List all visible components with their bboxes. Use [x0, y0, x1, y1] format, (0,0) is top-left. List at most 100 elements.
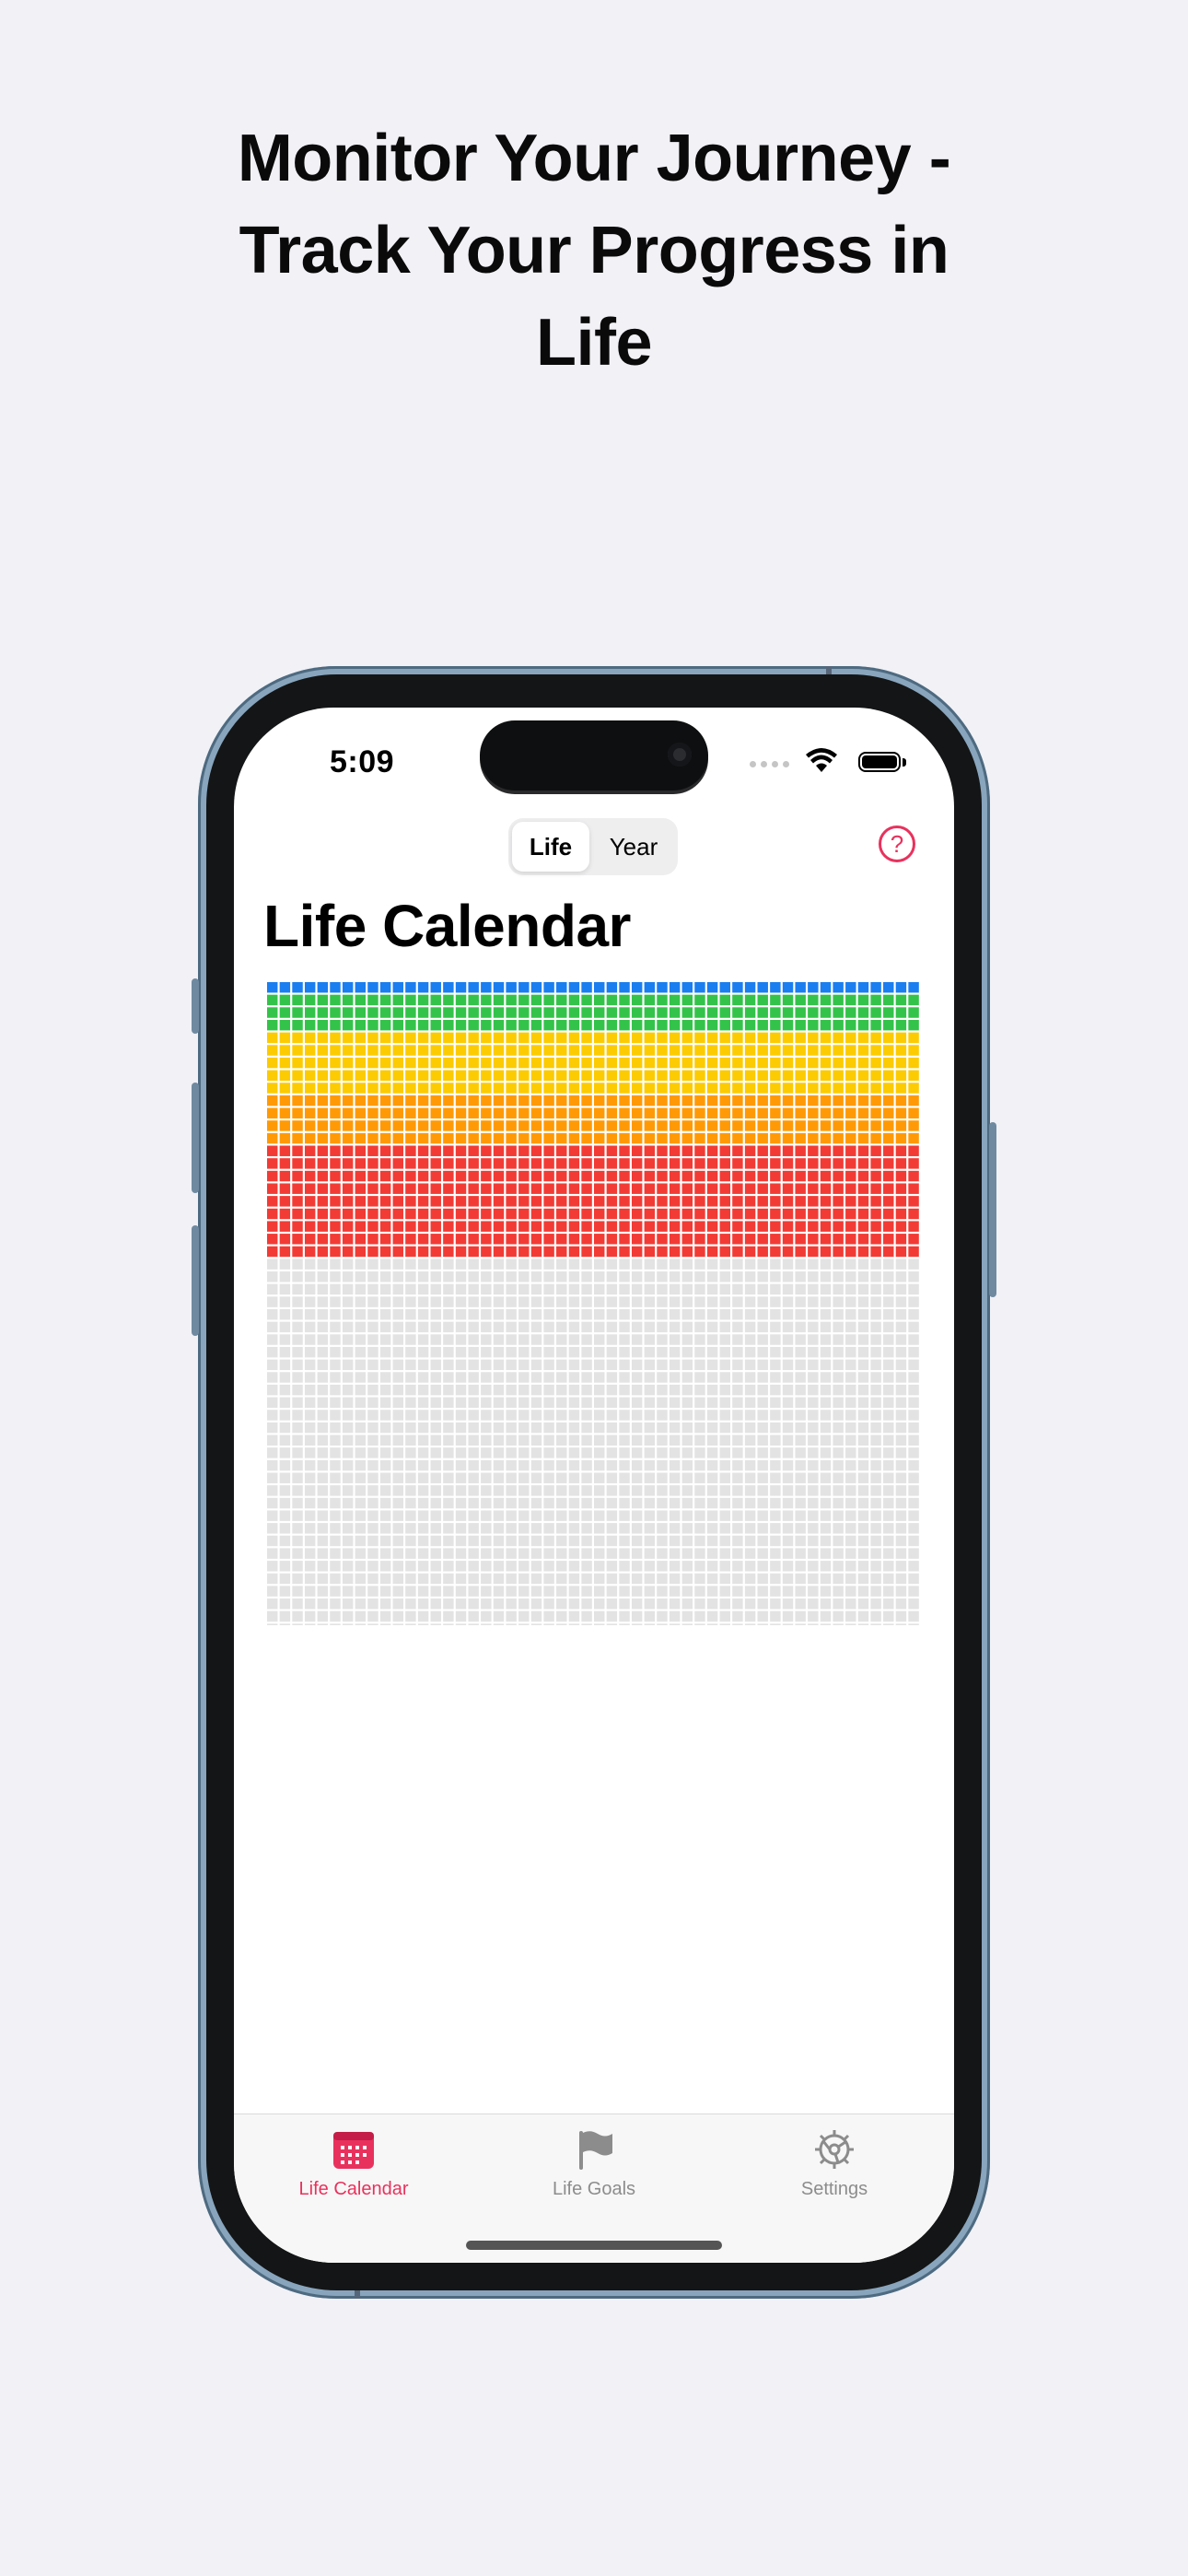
week-cell — [330, 1259, 341, 1270]
tab-life-calendar[interactable]: Life Calendar — [234, 2114, 473, 2216]
week-cell — [443, 1510, 454, 1521]
week-cell — [681, 1548, 693, 1559]
week-cell — [292, 1132, 303, 1144]
week-cell — [279, 1019, 291, 1031]
week-cell — [304, 1208, 316, 1220]
week-cell — [908, 1309, 919, 1320]
week-cell — [782, 1120, 794, 1131]
week-cell — [857, 1397, 869, 1409]
week-cell — [581, 1397, 592, 1409]
week-cell — [518, 1548, 530, 1559]
week-cell — [342, 1221, 354, 1232]
week-cell — [644, 1019, 656, 1031]
week-cell — [681, 1095, 693, 1107]
week-cell — [594, 1447, 605, 1458]
week-cell — [417, 1447, 429, 1458]
headline-line-1: Monitor Your Journey - — [237, 122, 951, 195]
week-cell — [543, 1397, 554, 1409]
week-cell — [820, 1271, 832, 1282]
week-cell — [719, 1183, 730, 1194]
segment-year[interactable]: Year — [593, 822, 674, 872]
week-cell — [644, 994, 656, 1006]
week-cell — [279, 1510, 291, 1521]
week-cell — [417, 1397, 429, 1409]
week-cell — [744, 1321, 756, 1333]
tab-life-goals[interactable]: Life Goals — [474, 2114, 714, 2216]
week-cell — [292, 1107, 303, 1118]
week-cell — [719, 1057, 730, 1069]
week-cell — [481, 1623, 492, 1625]
week-cell — [631, 1497, 643, 1509]
week-cell — [292, 1271, 303, 1282]
segment-life[interactable]: Life — [512, 822, 589, 872]
week-cell — [455, 1107, 467, 1118]
week-cell — [606, 1095, 618, 1107]
week-cell — [606, 1271, 618, 1282]
week-cell — [481, 1459, 492, 1471]
week-cell — [644, 1434, 656, 1446]
week-cell — [857, 1510, 869, 1521]
week-cell — [330, 1170, 341, 1182]
week-cell — [594, 1472, 605, 1483]
week-cell — [631, 1321, 643, 1333]
week-cell — [430, 1158, 441, 1169]
week-cell — [631, 1447, 643, 1458]
week-cell — [430, 1410, 441, 1421]
week-cell — [870, 1535, 881, 1547]
week-cell — [392, 1083, 403, 1094]
week-cell — [468, 1145, 479, 1156]
week-cell — [543, 1422, 554, 1434]
week-cell — [304, 1447, 316, 1458]
week-cell — [770, 1447, 781, 1458]
week-cell — [820, 1485, 832, 1496]
week-cell — [568, 1434, 580, 1446]
week-cell — [568, 1359, 580, 1371]
week-cell — [430, 1271, 441, 1282]
week-cell — [857, 1095, 869, 1107]
week-cell — [820, 1221, 832, 1232]
view-mode-segmented-control[interactable]: Life Year — [508, 818, 678, 875]
week-cell — [719, 1485, 730, 1496]
week-cell — [883, 1158, 894, 1169]
week-cell — [568, 1459, 580, 1471]
week-cell — [732, 1472, 743, 1483]
week-cell — [481, 994, 492, 1006]
week-cell — [732, 1309, 743, 1320]
week-cell — [455, 1598, 467, 1610]
week-cell — [657, 1434, 668, 1446]
week-cell — [833, 1083, 844, 1094]
week-cell — [392, 1384, 403, 1396]
week-cell — [493, 1019, 505, 1031]
help-button[interactable]: ? — [879, 825, 915, 862]
week-cell — [770, 1145, 781, 1156]
week-cell — [543, 1107, 554, 1118]
week-cell — [606, 1007, 618, 1018]
week-cell — [895, 1309, 907, 1320]
week-cell — [795, 1234, 806, 1245]
week-cell — [267, 982, 278, 993]
week-cell — [857, 1610, 869, 1622]
week-cell — [379, 1472, 391, 1483]
week-cell — [493, 1170, 505, 1182]
tab-settings[interactable]: Settings — [715, 2114, 954, 2216]
week-cell — [342, 1196, 354, 1207]
week-cell — [481, 1372, 492, 1383]
week-cell — [317, 982, 329, 993]
week-cell — [833, 1410, 844, 1421]
week-cell — [443, 1384, 454, 1396]
week-cell — [292, 1434, 303, 1446]
week-cell — [706, 994, 718, 1006]
week-cell — [392, 1434, 403, 1446]
week-cell — [581, 1346, 592, 1358]
week-cell — [493, 1296, 505, 1307]
week-cell — [468, 1158, 479, 1169]
week-cell — [518, 1132, 530, 1144]
week-cell — [455, 1221, 467, 1232]
week-cell — [795, 1032, 806, 1044]
week-cell — [292, 1321, 303, 1333]
week-cell — [405, 994, 416, 1006]
week-cell — [845, 1007, 856, 1018]
week-cell — [757, 1623, 768, 1625]
week-cell — [506, 1321, 517, 1333]
week-cell — [744, 1610, 756, 1622]
